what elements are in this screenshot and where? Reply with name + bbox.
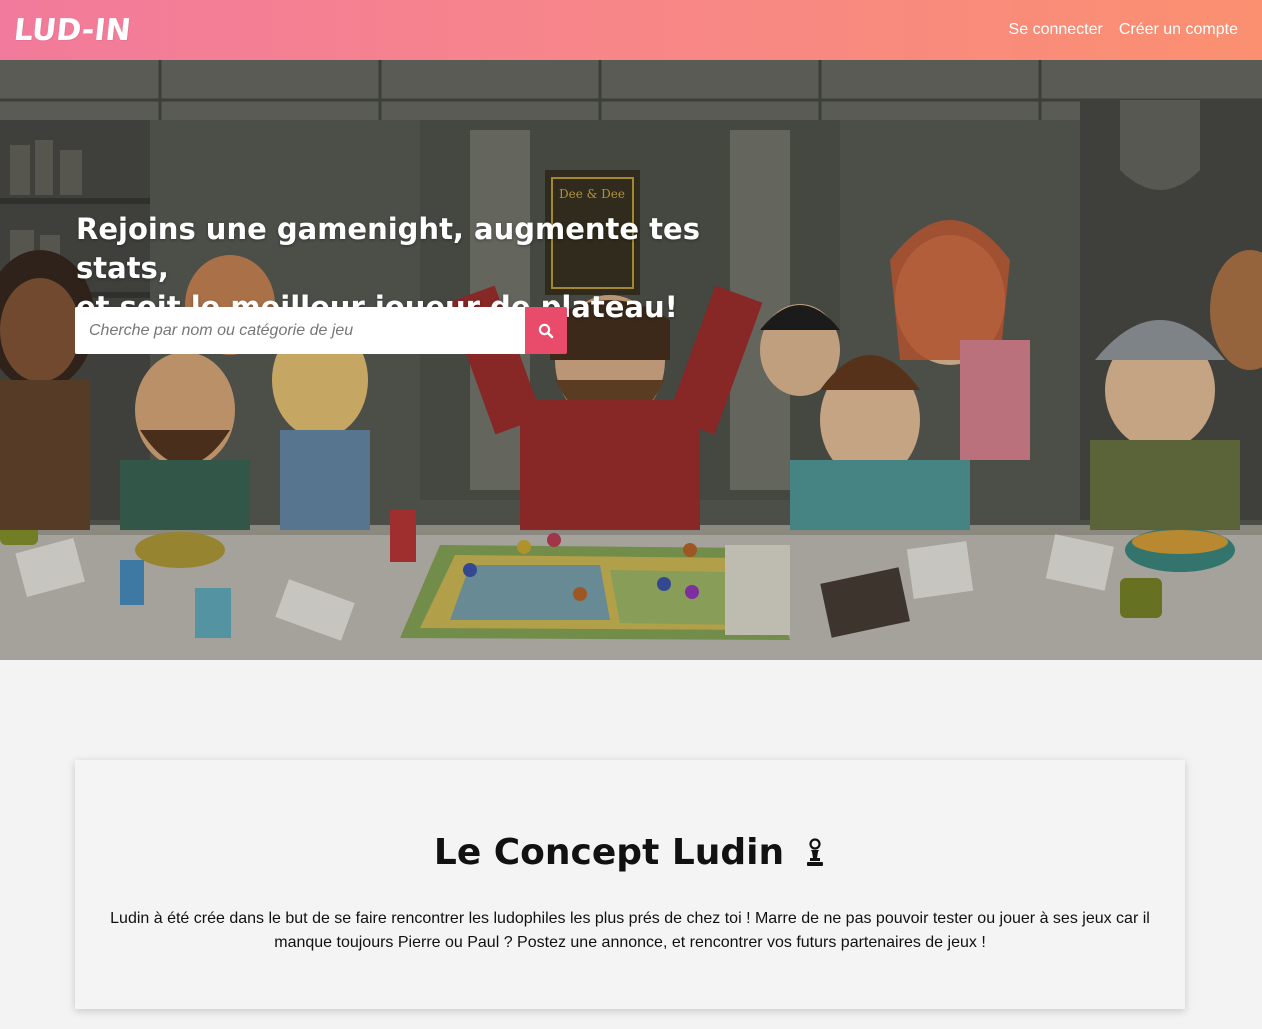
login-link[interactable]: Se connecter [1009,21,1103,39]
search-button[interactable] [525,307,567,354]
nav-links: Se connecter Créer un compte [1009,21,1238,39]
concept-title: Le Concept Ludin [433,832,785,873]
hero-title-line1: Rejoins une gamenight, augmente tes stat… [76,212,700,285]
search-input[interactable] [75,307,525,354]
signup-link[interactable]: Créer un compte [1119,21,1238,39]
chess-pawn-icon [807,837,824,866]
concept-heading: Le Concept Ludin [75,832,1185,873]
search-icon [538,323,554,338]
concept-card: Le Concept Ludin Ludin à été crée dans l… [75,760,1185,1009]
site-logo[interactable]: LUD-IN [12,13,132,48]
top-navbar: LUD-IN Se connecter Créer un compte [0,0,1262,60]
hero-overlay [0,60,1262,660]
search-bar [75,307,567,354]
hero-banner: Dee & Dee Rejoins une gamenight, augment… [0,60,1262,660]
concept-description: Ludin à été crée dans le but de se faire… [110,910,1150,951]
